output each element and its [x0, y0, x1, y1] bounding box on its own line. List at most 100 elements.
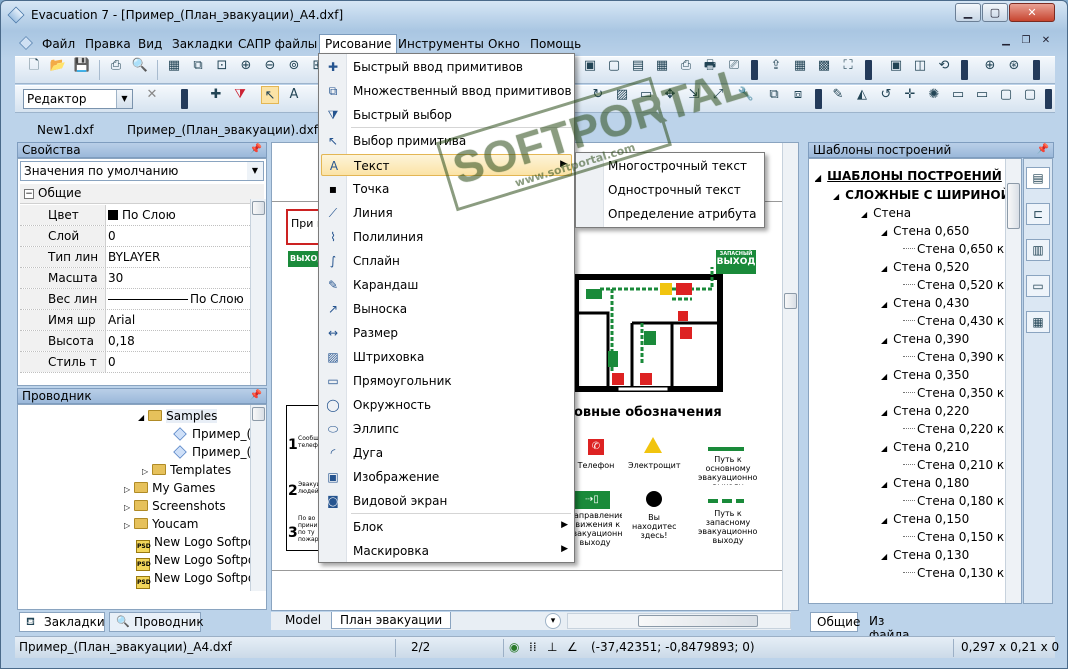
emf-export-icon[interactable]: ▩ [815, 57, 833, 75]
property-row[interactable]: Масшта 30 [20, 268, 264, 289]
tree-item[interactable]: PSD New Logo Softpo [136, 533, 255, 553]
properties-combo[interactable]: Значения по умолчанию ▼ [20, 161, 264, 181]
collapse-icon[interactable]: − [24, 189, 34, 199]
menu-item-cursor[interactable]: ↖ Выбор примитива [321, 130, 572, 152]
scale-icon[interactable]: ⤢ [709, 86, 727, 104]
tree-item[interactable]: PSD New Logo Softpo [136, 551, 255, 571]
wrench-icon[interactable]: 🔧 [737, 86, 755, 104]
polar-status-icon[interactable]: ∠ [567, 640, 578, 654]
scroll-thumb[interactable] [1007, 183, 1020, 229]
menu-item-viewport[interactable]: ◙ Видовой экран [321, 490, 572, 512]
menu-item-polyline[interactable]: ⌇ Полилиния [321, 226, 572, 248]
tree-leaf[interactable]: Стена 0,650 кр [903, 240, 1012, 258]
tree-leaf[interactable]: Стена 0,180 кр [903, 492, 1012, 510]
menu-item-single-line-text[interactable]: Однострочный текст [608, 183, 741, 197]
view3d-icon[interactable]: ◫ [911, 57, 929, 75]
menu-item-point[interactable]: ▪ Точка [321, 178, 572, 200]
table-icon[interactable]: ▦ [165, 57, 183, 75]
bmp-export-icon[interactable]: ▦ [791, 57, 809, 75]
menu-drawing[interactable]: Рисование [319, 34, 398, 55]
grid-icon[interactable]: ▦ [653, 57, 671, 75]
tab-layout-evacuation[interactable]: План эвакуации [331, 612, 452, 629]
tree-item[interactable]: ◢ Стена 0,210 [881, 438, 969, 456]
maximize-button[interactable]: ▢ [982, 3, 1008, 22]
tree-item[interactable]: PSD New Logo Softpo [136, 569, 255, 589]
chevron-down-icon[interactable]: ▾ [545, 613, 561, 629]
tree-item[interactable]: ◢ Стена 0,150 [881, 510, 969, 528]
menu-item-hatch[interactable]: ▨ Штриховка [321, 346, 572, 368]
rotate3d-icon[interactable]: ⟲ [935, 57, 953, 75]
menu-item-multiline-text[interactable]: Многострочный текст [608, 159, 747, 173]
tree-node[interactable]: ◢ Стена [861, 204, 911, 222]
tab-from-file[interactable]: Из файла [861, 612, 931, 642]
layers-icon[interactable]: ▣ [581, 57, 599, 75]
ortho-status-icon[interactable]: ⊥ [547, 640, 557, 654]
collapse-arrow-icon[interactable]: ◢ [881, 480, 887, 489]
pin-icon[interactable]: 📌 [1037, 143, 1049, 157]
menu-item-plus[interactable]: ✚ Быстрый ввод примитивов [321, 56, 572, 78]
menu-item-attribute-definition[interactable]: Определение атрибута [608, 207, 756, 221]
frame-icon[interactable]: ▢ [605, 57, 623, 75]
viewport-tool-icon[interactable]: ▭ [637, 86, 655, 104]
property-row[interactable]: Высота 0,18 [20, 331, 264, 352]
pin-icon[interactable]: 📌 [250, 389, 262, 403]
menu-item-funnel[interactable]: ⧩ Быстрый выбор [321, 104, 572, 126]
expand-arrow-icon[interactable]: ▷ [142, 467, 148, 476]
print-icon[interactable]: ⎙ [107, 57, 125, 75]
pin-icon[interactable]: 📌 [250, 143, 262, 157]
table2-icon[interactable]: ▤ [629, 57, 647, 75]
collapse-arrow-icon[interactable]: ◢ [881, 408, 887, 417]
tree-leaf[interactable]: Стена 0,520 кр [903, 276, 1012, 294]
menu-item-image[interactable]: ▣ Изображение [321, 466, 572, 488]
menu-help[interactable]: Помощь [525, 35, 586, 53]
property-row[interactable]: Имя шр Arial [20, 310, 264, 331]
tree-item[interactable]: ◢ Стена 0,350 [881, 366, 969, 384]
delete-icon[interactable]: ✕ [143, 86, 161, 104]
group-icon[interactable]: ⧈ [789, 86, 807, 104]
property-row[interactable]: Цвет По Слою [20, 205, 264, 226]
collapse-arrow-icon[interactable]: ◢ [881, 336, 887, 345]
book-icon[interactable]: ▤ [1026, 167, 1050, 189]
tree-item[interactable]: ◢ Стена 0,650 [881, 222, 969, 240]
tree-item[interactable]: Пример_( [173, 443, 251, 461]
tree-item[interactable]: ▷ Youcam [124, 515, 198, 533]
column-icon[interactable]: ▥ [1026, 239, 1050, 261]
add-icon[interactable]: ✚ [207, 86, 225, 104]
tree-root[interactable]: ◢ ШАБЛОНЫ ПОСТРОЕНИЙ [815, 167, 1002, 185]
tree-leaf[interactable]: Стена 0,350 кр [903, 384, 1012, 402]
undo-rotate-icon[interactable]: ↺ [877, 86, 895, 104]
hscrollbar[interactable] [567, 613, 791, 629]
collapse-arrow-icon[interactable]: ◢ [881, 552, 887, 561]
printer-icon[interactable]: 🖶 [701, 57, 719, 75]
copy-objects-icon[interactable]: ⧉ [765, 86, 783, 104]
menu-tools[interactable]: Инструменты [393, 35, 489, 53]
collapse-arrow-icon[interactable]: ◢ [881, 228, 887, 237]
rect-icon[interactable]: ▭ [973, 86, 991, 104]
tab-explorer[interactable]: 🔍 Проводник [109, 612, 204, 632]
move-cross-icon[interactable]: ✛ [901, 86, 919, 104]
collapse-arrow-icon[interactable]: ◢ [881, 372, 887, 381]
tab-model[interactable]: Model [277, 612, 329, 628]
print2-icon[interactable]: ⎙ [677, 57, 695, 75]
menu-bookmarks[interactable]: Закладки [167, 35, 238, 53]
tree-item[interactable]: ◢ Стена 0,130 [881, 546, 969, 564]
tree-item[interactable]: ◢ Стена 0,220 [881, 402, 969, 420]
explorer-scrollbar[interactable] [250, 405, 266, 591]
tree-item[interactable]: ▷ My Games [124, 479, 215, 497]
erase-icon[interactable]: ▭ [949, 86, 967, 104]
menu-item-multi-select[interactable]: ⧉ Множественный ввод примитивов [321, 80, 572, 102]
menu-item-arc[interactable]: ◜ Дуга [321, 442, 572, 464]
menu-item-item-19[interactable]: Блок ▶ [321, 516, 572, 538]
property-row[interactable]: Вес лин По Слою [20, 289, 264, 310]
menu-file[interactable]: Файл [37, 35, 80, 53]
mdi-minimize-button[interactable]: ▁ [999, 35, 1013, 49]
chevron-down-icon[interactable]: ▼ [116, 90, 132, 108]
collapse-arrow-icon[interactable]: ◢ [861, 210, 867, 219]
filter-icon[interactable]: ⧩ [231, 86, 249, 104]
frame-tool-icon[interactable]: ▢ [997, 86, 1015, 104]
tray-icon[interactable]: ▭ [1026, 275, 1050, 297]
snap-status-icon[interactable]: ◉ [509, 640, 519, 654]
pen-icon[interactable]: ✎ [829, 86, 847, 104]
tab-new1[interactable]: New1.dxf [37, 123, 94, 137]
move-icon[interactable]: ✥ [661, 86, 679, 104]
